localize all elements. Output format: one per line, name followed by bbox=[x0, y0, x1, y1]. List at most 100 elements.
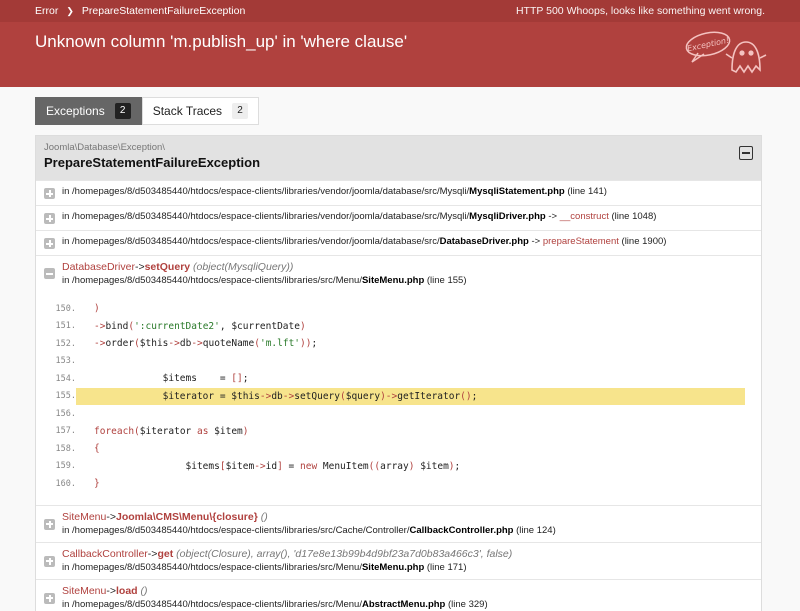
line-code: ) bbox=[94, 303, 100, 315]
expand-icon[interactable] bbox=[44, 592, 55, 604]
trace-args: () bbox=[137, 584, 148, 597]
trace-line: (line 171) bbox=[424, 561, 467, 573]
trace-path: /homepages/8/d503485440/htdocs/espace-cl… bbox=[72, 186, 470, 197]
trace-row[interactable]: in /homepages/8/d503485440/htdocs/espace… bbox=[36, 205, 761, 230]
trace-row[interactable]: SiteMenu->load () in /homepages/8/d503485… bbox=[36, 578, 761, 611]
trace-line: (line 1900) bbox=[618, 236, 667, 247]
tab-exceptions-label: Exceptions bbox=[46, 104, 105, 118]
line-code: } bbox=[94, 478, 100, 490]
code-line: 151. -> bind(':currentDate2', $currentDat… bbox=[36, 318, 745, 336]
trace-method: setQuery bbox=[144, 261, 191, 273]
trace-method: __construct bbox=[559, 211, 609, 222]
line-number: 155. bbox=[55, 391, 76, 402]
trace-file: AbstractMenu.php bbox=[361, 598, 446, 610]
trace-class: SiteMenu bbox=[62, 510, 107, 523]
exception-class: PrepareStatementFailureException bbox=[44, 155, 261, 170]
line-number: 150. bbox=[55, 303, 76, 314]
trace-in: in bbox=[62, 598, 73, 610]
trace-in: in bbox=[62, 524, 73, 536]
expand-icon[interactable] bbox=[44, 555, 55, 567]
trace-in: in bbox=[62, 186, 73, 197]
trace-arrow: -> bbox=[528, 236, 543, 247]
line-number: 156. bbox=[55, 408, 76, 419]
line-number: 159. bbox=[55, 461, 76, 472]
trace-path: /homepages/8/d503485440/htdocs/espace-cl… bbox=[72, 236, 440, 247]
trace-line: (line 124) bbox=[513, 524, 556, 536]
trace-args: (object(Closure), array(), 'd17e8e13b99b… bbox=[173, 547, 513, 560]
trace-line: (line 141) bbox=[564, 186, 607, 197]
trace-file: SiteMenu.php bbox=[361, 275, 425, 286]
line-number: 152. bbox=[55, 338, 76, 349]
trace-in: in bbox=[62, 275, 73, 286]
tab-exceptions-count: 2 bbox=[114, 103, 131, 119]
code-line: 152. -> order($this -> db -> quoteName('m.lft… bbox=[36, 335, 745, 353]
trace-path: /homepages/8/d503485440/htdocs/espace-cl… bbox=[72, 524, 410, 536]
trace-file: CallbackController.php bbox=[409, 524, 514, 536]
tab-bar: Exceptions 2 Stack Traces 2 bbox=[35, 97, 765, 125]
exception-panel: Joomla\Database\Exception\ PrepareStatem… bbox=[35, 135, 762, 611]
trace-row[interactable]: SiteMenu->Joomla\CMS\Menu\{closure} () in… bbox=[36, 504, 761, 542]
trace-class: DatabaseDriver bbox=[62, 261, 135, 273]
chevron-right-icon: ❯ bbox=[66, 5, 74, 16]
error-message: Unknown column 'm.publish_up' in 'where … bbox=[35, 32, 408, 51]
trace-file: DatabaseDriver.php bbox=[439, 236, 529, 247]
trace-method: get bbox=[157, 547, 174, 560]
tab-stack-traces-label: Stack Traces bbox=[152, 104, 223, 118]
line-number: 157. bbox=[55, 426, 76, 437]
trace-path: /homepages/8/d503485440/htdocs/espace-cl… bbox=[72, 561, 362, 573]
trace-row[interactable]: in /homepages/8/d503485440/htdocs/espace… bbox=[36, 230, 761, 255]
trace-method: prepareStatement bbox=[542, 236, 619, 247]
collapse-all-button[interactable] bbox=[739, 146, 753, 160]
expand-icon[interactable] bbox=[44, 213, 55, 224]
ghost-logo-icon: Exception! bbox=[685, 31, 767, 74]
trace-row-expanded[interactable]: DatabaseDriver->setQuery (object(MysqliQ… bbox=[36, 255, 761, 505]
code-line: 156. bbox=[36, 405, 745, 423]
line-number: 154. bbox=[55, 373, 76, 384]
trace-class: SiteMenu bbox=[62, 584, 107, 597]
http-status: HTTP 500 Whoops, looks like something we… bbox=[516, 5, 765, 17]
trace-arrow: -> bbox=[147, 547, 158, 560]
http-message: Whoops, looks like something went wrong. bbox=[566, 5, 765, 17]
expand-icon[interactable] bbox=[44, 238, 55, 249]
trace-path: /homepages/8/d503485440/htdocs/espace-cl… bbox=[72, 598, 362, 610]
line-code: { bbox=[94, 443, 100, 455]
trace-in: in bbox=[62, 211, 73, 222]
breadcrumb: Error ❯ PrepareStatementFailureException bbox=[35, 5, 245, 17]
trace-line: (line 329) bbox=[445, 598, 488, 610]
trace-arrow: -> bbox=[545, 211, 560, 222]
code-snippet: 150. ) 151. -> bind(':currentDate2', $curr… bbox=[36, 288, 753, 505]
line-number: 151. bbox=[55, 321, 76, 332]
expand-icon[interactable] bbox=[44, 518, 55, 530]
trace-file: MysqliDriver.php bbox=[469, 211, 546, 222]
top-bar: Error ❯ PrepareStatementFailureException… bbox=[0, 0, 800, 22]
trace-args: (object(MysqliQuery)) bbox=[190, 261, 294, 273]
trace-in: in bbox=[62, 236, 73, 247]
line-code: $iterator = $this -> db -> setQuery($query) -… bbox=[76, 387, 745, 405]
line-number: 160. bbox=[55, 478, 76, 489]
expand-icon[interactable] bbox=[44, 188, 55, 199]
exception-header: Joomla\Database\Exception\ PrepareStatem… bbox=[36, 136, 761, 180]
collapse-icon[interactable] bbox=[44, 268, 55, 279]
line-code: -> bind(':currentDate2', $currentDate) bbox=[94, 320, 306, 332]
code-line: 150. ) bbox=[36, 300, 745, 318]
code-line: 158. { bbox=[36, 440, 745, 458]
code-line: 153. bbox=[36, 353, 745, 371]
trace-row[interactable]: CallbackController->get (object(Closure)… bbox=[36, 541, 761, 579]
trace-path: /homepages/8/d503485440/htdocs/espace-cl… bbox=[72, 211, 470, 222]
line-code: $items = []; bbox=[94, 373, 249, 385]
code-line: 160. } bbox=[36, 475, 745, 493]
trace-in: in bbox=[62, 561, 73, 573]
trace-line: (line 155) bbox=[424, 275, 467, 286]
code-line-highlighted: 155. $iterator = $this -> db -> setQuery($qu… bbox=[36, 387, 745, 405]
tab-stack-traces-count: 2 bbox=[232, 103, 249, 119]
trace-args: () bbox=[257, 510, 268, 523]
exception-namespace: Joomla\Database\Exception\ bbox=[44, 142, 165, 153]
tab-exceptions[interactable]: Exceptions 2 bbox=[35, 97, 142, 125]
trace-arrow: -> bbox=[134, 261, 145, 273]
line-number: 153. bbox=[55, 356, 76, 367]
trace-method: load bbox=[116, 584, 138, 597]
trace-line: (line 1048) bbox=[608, 211, 657, 222]
trace-row[interactable]: in /homepages/8/d503485440/htdocs/espace… bbox=[36, 180, 761, 205]
tab-stack-traces[interactable]: Stack Traces 2 bbox=[141, 97, 260, 125]
